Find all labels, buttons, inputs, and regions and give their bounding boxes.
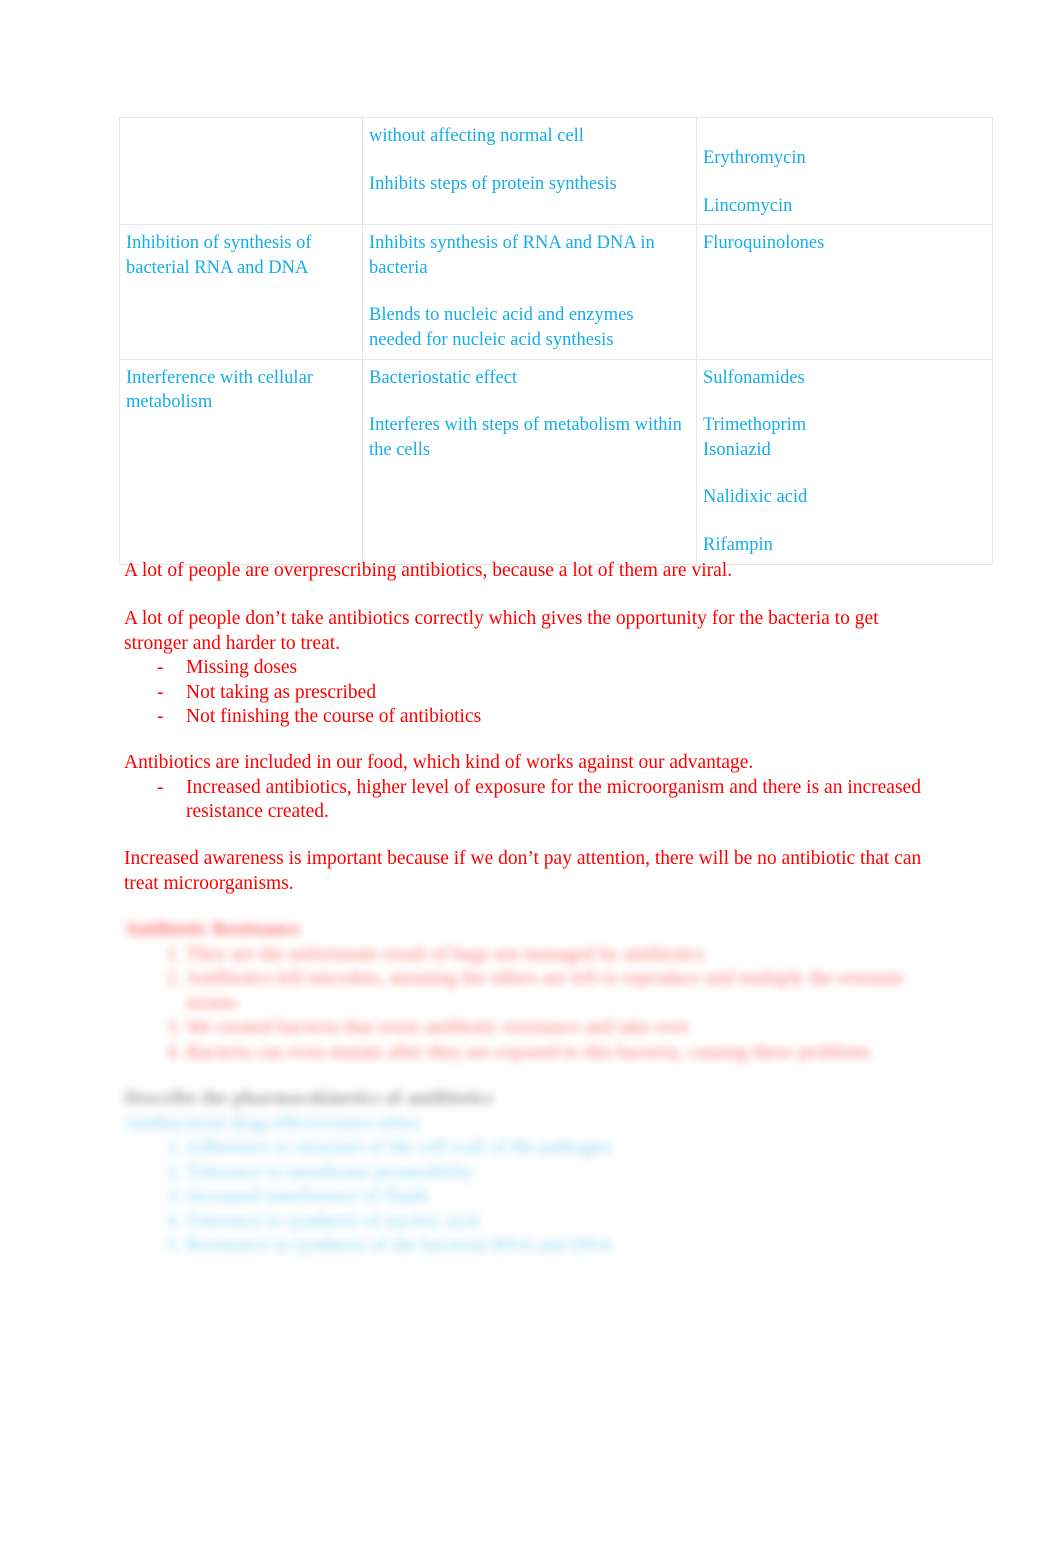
table-cell-drugs: Fluroquinolones [696,224,993,360]
table-cell-mechanism: Interference with cellular metabolism [119,358,363,565]
paragraph-antibiotics-in-food: Antibiotics are included in our food, wh… [124,751,939,825]
drug-name: Sulfonamides [703,367,805,388]
drug-name: Nalidixic acid [703,487,808,508]
list-item: Adherence to structure of the cell wall … [186,1136,939,1161]
table-cell-mechanism: Inhibition of synthesis of bacterial RNA… [119,224,363,360]
list-item: Increased antibiotics, higher level of e… [124,776,939,825]
cell-text-line: Inhibits synthesis of RNA and DNA in bac… [369,233,655,278]
list-item: Antibiotics kill microbes, meaning the o… [186,967,939,1016]
table-cell-drugs: Erythromycin Lincomycin [696,116,993,226]
section-heading: Describe the pharmacokinetics of antibio… [124,1088,494,1109]
table-cell-drugs: Sulfonamides Trimethoprim Isoniazid Nali… [696,358,993,565]
list-item: We created bacteria that resist antibiot… [186,1016,939,1041]
list-item: Not taking as prescribed [124,681,939,706]
paragraph-text: Antibiotics are included in our food, wh… [124,752,754,773]
document-page: without affecting normal cell Inhibits s… [0,0,1062,1556]
table-row: Inhibition of synthesis of bacterial RNA… [119,224,993,360]
list-item: Increased interference of fluids [186,1185,939,1210]
cell-text-line: without affecting normal cell [369,126,584,146]
obscured-red-section: Antibiotic Resistance They are the unfor… [124,918,939,1065]
list-item: Resistance to synthesis of the bacterial… [186,1234,939,1259]
paragraph-increased-awareness: Increased awareness is important because… [124,847,939,896]
mechanisms-of-antibiotic-action-table: without affecting normal cell Inhibits s… [119,116,993,565]
paragraph-text: Increased awareness is important because… [124,848,922,894]
paragraph-incorrect-use: A lot of people don’t take antibiotics c… [124,607,939,730]
list-item: Bacteria can even mutate after they are … [186,1041,939,1066]
section-heading: Antibiotic Resistance [124,919,301,940]
paragraph-text: A lot of people don’t take antibiotics c… [124,608,879,654]
cell-text-line: Blends to nucleic acid and enzymes neede… [369,305,634,350]
obscured-blue-section: Describe the pharmacokinetics of antibio… [124,1087,939,1259]
drug-name: Lincomycin [703,195,793,216]
cell-text-line: Interferes with steps of metabolism with… [369,415,682,460]
table-cell-description: Bacteriostatic effect Interferes with st… [362,358,697,565]
table-row: without affecting normal cell Inhibits s… [119,116,993,226]
incorrect-use-bullet-list: Missing doses Not taking as prescribed N… [124,656,939,730]
list-item: They are the unfortunate result of bugs … [186,943,939,968]
table-cell-description: Inhibits synthesis of RNA and DNA in bac… [362,224,697,360]
section-lead-text: Antibacterial drug effectiveness relies [124,1112,420,1134]
drug-name: Fluroquinolones [703,233,825,254]
cell-text-line: Bacteriostatic effect [369,367,518,388]
paragraph-text: A lot of people are overprescribing anti… [124,560,733,581]
cell-text: Interference with cellular metabolism [126,367,313,413]
cell-text-line: Inhibits steps of protein synthesis [369,173,617,194]
list-item: Missing doses [124,656,939,681]
drug-name: Rifampin [703,534,773,555]
food-bullet-list: Increased antibiotics, higher level of e… [124,776,939,825]
obscured-blue-list: Adherence to structure of the cell wall … [124,1136,939,1259]
obscured-red-list: They are the unfortunate result of bugs … [124,943,939,1066]
drug-name: Erythromycin [703,148,806,168]
table-cell-mechanism [119,116,363,226]
paragraph-overprescribing: A lot of people are overprescribing anti… [124,559,939,584]
list-item: Tolerance to membrane permeability [186,1161,939,1186]
cell-text: Inhibition of synthesis of bacterial RNA… [126,233,312,278]
list-item: Tolerance to synthesis of nucleic acid [186,1210,939,1235]
list-item: Not finishing the course of antibiotics [124,705,939,730]
drug-name: Trimethoprim Isoniazid [703,415,807,460]
table-cell-description: without affecting normal cell Inhibits s… [362,116,697,226]
table-row: Interference with cellular metabolism Ba… [119,358,993,565]
